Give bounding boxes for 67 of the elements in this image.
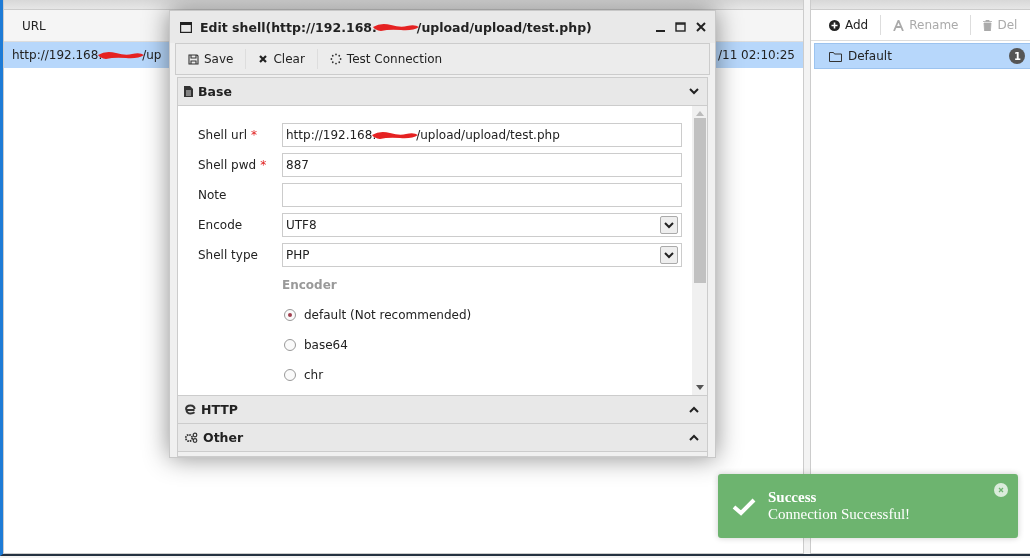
toolbar-button[interactable]: Add <box>821 14 877 36</box>
window-title: /upload/upload/test.php) <box>416 19 592 35</box>
radio-label: base64 <box>304 338 348 352</box>
dropdown[interactable]: PHP <box>282 243 682 267</box>
gears-icon <box>184 432 198 443</box>
input-field[interactable]: 887 <box>282 153 682 177</box>
radio-label: default (Not recommended) <box>304 308 472 322</box>
scrollbar[interactable] <box>692 106 707 395</box>
edge-icon <box>184 404 196 415</box>
minimize-icon <box>656 30 665 32</box>
radio-button[interactable] <box>284 369 296 381</box>
section-header[interactable]: HTTP <box>178 396 707 424</box>
scroll-down-icon[interactable] <box>695 385 704 390</box>
maximize-button[interactable] <box>674 22 687 32</box>
caret-icon[interactable] <box>660 216 678 234</box>
section-title: Base <box>198 84 233 99</box>
font-icon <box>893 19 905 31</box>
plus-circle-icon <box>829 19 840 31</box>
dropdown-value: UTF8 <box>286 218 317 232</box>
save-icon <box>188 53 199 65</box>
notification-message: Connection Successful! <box>768 506 911 523</box>
dropdown-value: PHP <box>286 248 310 262</box>
section-header[interactable]: Base <box>178 78 707 106</box>
chevron-up-icon[interactable] <box>689 406 699 413</box>
required-mark: * <box>260 158 267 172</box>
trash-icon <box>983 19 993 31</box>
table-cell: /up <box>142 48 162 62</box>
dropdown[interactable]: UTF8 <box>282 213 682 237</box>
category-item[interactable]: Default 1 <box>814 43 1030 69</box>
column-header[interactable]: URL <box>22 18 46 33</box>
window-title: Edit shell(http://192.168. <box>200 19 377 35</box>
encoder-heading: Encoder <box>282 278 338 292</box>
input-field[interactable]: http://192.168. /upload/upload/test.php <box>282 123 682 147</box>
section-title: HTTP <box>201 402 239 417</box>
toolbar-button[interactable]: Test Connection <box>321 48 451 70</box>
folder-icon <box>829 50 842 62</box>
radio-button[interactable] <box>284 309 296 321</box>
category-label: Default <box>848 49 893 63</box>
field-label: Encode <box>198 218 243 232</box>
input-field[interactable] <box>282 183 682 207</box>
caret-icon[interactable] <box>660 246 678 264</box>
chevron-up-icon[interactable] <box>689 434 699 441</box>
count-badge: 1 <box>1009 48 1026 64</box>
close-icon <box>998 487 1004 493</box>
toolbar-button[interactable]: Clear <box>250 48 313 70</box>
table-cell: http://192.168. <box>12 48 103 62</box>
close-button[interactable] <box>695 22 707 32</box>
radio-button[interactable] <box>284 339 296 351</box>
field-label: Shell url <box>198 128 247 142</box>
field-value: /upload/upload/test.php <box>416 128 560 142</box>
window-icon <box>180 21 192 33</box>
notification-title: Success <box>768 489 818 506</box>
section-title: Other <box>203 430 245 445</box>
document-icon <box>184 86 193 97</box>
field-label: Shell type <box>198 248 258 262</box>
spinner-icon <box>329 53 342 65</box>
section-header[interactable]: Other <box>178 424 707 452</box>
field-value: http://192.168. <box>286 128 377 142</box>
required-mark: * <box>250 128 257 142</box>
check-icon <box>732 496 756 516</box>
field-label: Shell pwd <box>198 158 257 172</box>
toolbar-button[interactable]: Save <box>180 48 242 70</box>
table-cell: /11 02:10:25 <box>717 48 795 62</box>
close-icon <box>258 54 269 64</box>
chevron-down-icon[interactable] <box>689 88 699 95</box>
field-label: Note <box>198 188 227 202</box>
radio-label: chr <box>304 368 324 382</box>
